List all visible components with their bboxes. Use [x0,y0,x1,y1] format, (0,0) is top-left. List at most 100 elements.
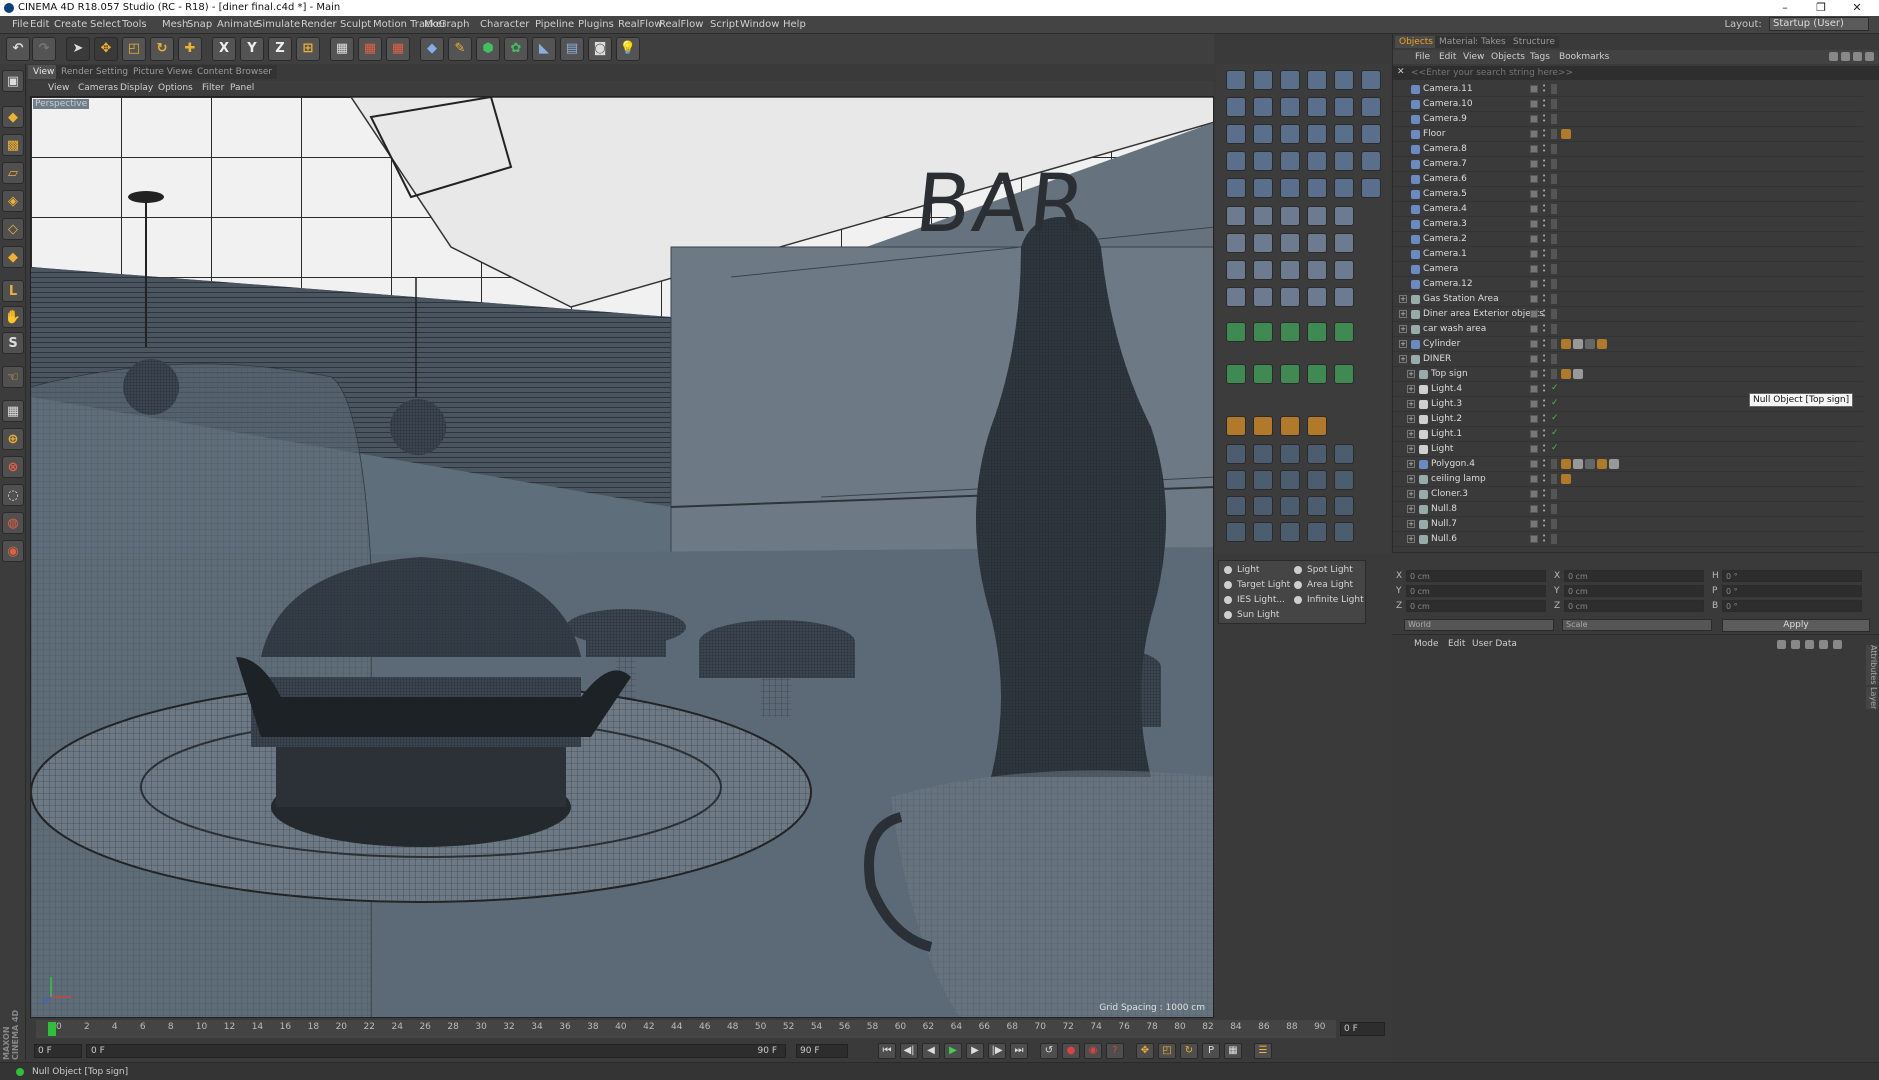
object-row[interactable]: + car wash area • • [1393,322,1863,337]
palette-spline-2-4-icon[interactable] [1334,496,1354,516]
visibility-dots-icon[interactable]: • • [1542,218,1548,230]
viewport-menu-cameras[interactable]: Cameras [78,81,118,96]
object-row[interactable]: + Diner area Exterior objects • • [1393,307,1863,322]
tag-icon[interactable] [1585,339,1595,349]
rotate-tool-button[interactable]: ↻ [150,37,174,61]
tag-icon[interactable] [1561,459,1571,469]
light-menu-sun-light[interactable]: Sun Light [1221,608,1279,622]
enabled-dots-icon[interactable] [1551,189,1557,199]
enabled-dots-icon[interactable] [1551,294,1557,304]
palette-spline-1-3-icon[interactable] [1307,470,1327,490]
palette-spline-1-0-icon[interactable] [1226,470,1246,490]
close-icon[interactable]: ✕ [1839,0,1875,16]
enabled-dots-icon[interactable] [1551,339,1557,349]
palette-cube-icon[interactable] [1226,70,1246,90]
light-menu-area-light[interactable]: Area Light [1291,578,1353,592]
layer-visibility-icon[interactable] [1530,460,1538,468]
expand-toggle-icon[interactable]: + [1407,460,1415,468]
tag-icon[interactable] [1573,339,1583,349]
palette-polygon-icon[interactable] [1361,70,1381,90]
points-mode-button[interactable]: ◈ [2,190,24,212]
visibility-dots-icon[interactable]: • • [1542,398,1548,410]
palette-primitive-0-4-icon[interactable] [1334,206,1354,226]
pen-spline-button[interactable]: ✎ [448,37,472,61]
visibility-dots-icon[interactable]: • • [1542,473,1548,485]
object-row[interactable]: Camera • • [1393,262,1863,277]
layer-visibility-icon[interactable] [1530,100,1538,108]
object-search-input[interactable] [1411,67,1851,79]
layer-visibility-icon[interactable] [1530,85,1538,93]
palette-spline-1-1-icon[interactable] [1253,470,1273,490]
object-row[interactable]: Camera.11 • • [1393,82,1863,97]
palette-primitive-3-4-icon[interactable] [1334,287,1354,307]
expand-toggle-icon[interactable]: + [1399,325,1407,333]
palette-deformer-1-icon[interactable] [1253,364,1273,384]
coord-field[interactable]: Y [1554,585,1714,597]
palette-primitive-0-0-icon[interactable] [1226,206,1246,226]
visibility-dots-icon[interactable]: • • [1542,443,1548,455]
sculpt-button[interactable]: ☜ [2,366,24,388]
layer-visibility-icon[interactable] [1530,490,1538,498]
end-frame-field[interactable]: 90 F [796,1044,848,1058]
timeline-ruler[interactable]: 0 2 4 6 8 10 12 14 16 18 20 22 24 26 28 30 32 34 36 38 40 42 4… [36,1020,1336,1038]
visibility-dots-icon[interactable]: • • [1542,368,1548,380]
palette-deformer-2-icon[interactable] [1280,364,1300,384]
palette-spline-1-2-icon[interactable] [1280,470,1300,490]
palette-null-icon[interactable] [1334,124,1354,144]
palette-plane-icon[interactable] [1361,178,1381,198]
scale-tool-button[interactable]: ◰ [122,37,146,61]
enabled-dots-icon[interactable] [1551,489,1557,499]
palette-spline-tool-1-icon[interactable] [1253,416,1273,436]
enabled-dots-icon[interactable] [1551,114,1557,124]
redo-button[interactable]: ↷ [32,37,56,61]
palette-torus-icon[interactable] [1253,97,1273,117]
layer-visibility-icon[interactable] [1530,145,1538,153]
tag-icon[interactable] [1561,369,1571,379]
layer-visibility-icon[interactable] [1530,415,1538,423]
palette-spline-icon[interactable] [1361,124,1381,144]
palette-figure-icon[interactable] [1253,124,1273,144]
timeline-options-button[interactable]: ☰ [1254,1043,1272,1059]
object-row[interactable]: Camera.1 • • [1393,247,1863,262]
coord-field[interactable]: B [1712,600,1872,612]
palette-generator-4-icon[interactable] [1334,322,1354,342]
side-tab-layer[interactable]: Layer [1866,687,1878,710]
object-row[interactable]: Camera.4 • • [1393,202,1863,217]
palette-array-icon[interactable] [1334,151,1354,171]
layer-visibility-icon[interactable] [1530,175,1538,183]
start-frame-field[interactable]: 0 F [34,1044,82,1058]
palette-spline-1-4-icon[interactable] [1334,470,1354,490]
enabled-check-icon[interactable]: ✓ [1551,383,1559,393]
viewport-menu-display[interactable]: Display [120,81,153,96]
layer-visibility-icon[interactable] [1530,370,1538,378]
menu-item-mesh[interactable]: Mesh [162,16,188,34]
object-row[interactable]: + Null.6 • • [1393,532,1863,547]
select-tool-button[interactable]: ➤ [66,37,90,61]
layer-visibility-icon[interactable] [1530,220,1538,228]
close-search-icon[interactable]: ✕ [1397,67,1405,77]
next-frame-button[interactable]: ▶ [966,1043,984,1059]
move-tool-button[interactable]: ✥ [94,37,118,61]
deformer-button[interactable]: ◣ [532,37,556,61]
enabled-dots-icon[interactable] [1551,354,1557,364]
axis-z-button[interactable]: Z [268,37,292,61]
palette-spline-0-2-icon[interactable] [1280,444,1300,464]
visibility-dots-icon[interactable]: • • [1542,383,1548,395]
layer-visibility-icon[interactable] [1530,400,1538,408]
enabled-dots-icon[interactable] [1551,459,1557,469]
coord-x-input[interactable] [1564,570,1704,582]
visibility-dots-icon[interactable]: • • [1542,338,1548,350]
planar-workplane-button[interactable]: ⊗ [2,456,24,478]
menu-item-file[interactable]: File [12,16,29,34]
enabled-dots-icon[interactable] [1551,159,1557,169]
tag-icon[interactable] [1585,459,1595,469]
object-menu-edit[interactable]: Edit [1439,50,1456,64]
polygons-mode-button[interactable]: ◆ [2,246,24,268]
layer-visibility-icon[interactable] [1530,520,1538,528]
enabled-check-icon[interactable]: ✓ [1551,428,1559,438]
filter-icon[interactable] [1829,52,1838,61]
visibility-dots-icon[interactable]: • • [1542,83,1548,95]
layer-visibility-icon[interactable] [1530,160,1538,168]
playhead[interactable] [48,1022,56,1036]
viewport-menu-view[interactable]: View [48,81,69,96]
